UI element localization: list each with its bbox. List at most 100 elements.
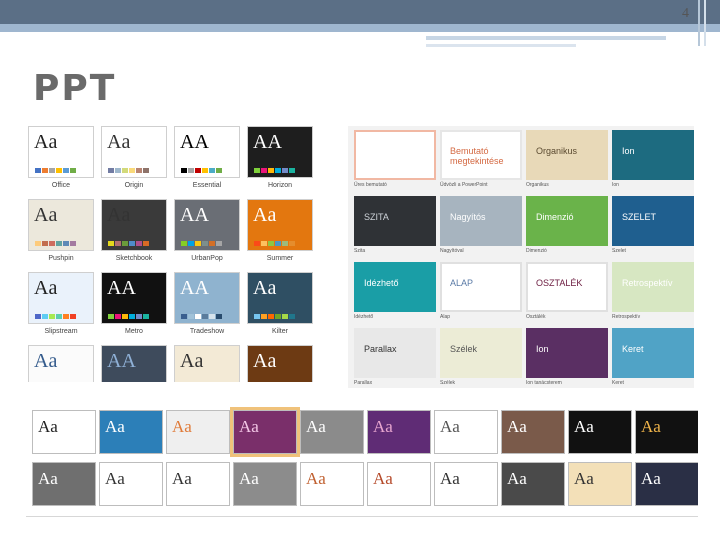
theme-thumbnail[interactable]: Aa bbox=[635, 462, 698, 506]
theme-thumbnail[interactable]: Aa bbox=[300, 410, 364, 454]
template-preview[interactable]: Ion bbox=[612, 130, 694, 180]
theme-sample-text: Aa bbox=[239, 417, 259, 436]
theme-preview[interactable]: Aa bbox=[28, 272, 94, 324]
theme-thumbnail[interactable]: Aa Pushpin bbox=[28, 199, 94, 262]
theme-thumbnail[interactable]: Aa bbox=[434, 462, 498, 506]
theme-name: Horizon bbox=[267, 182, 293, 189]
theme-thumbnail[interactable]: AA Horizon bbox=[247, 126, 313, 189]
theme-thumbnail[interactable]: Aa bbox=[247, 345, 313, 382]
template-thumbnail[interactable]: OSZTALÉK Osztálék bbox=[526, 262, 608, 320]
theme-sample-text: Aa bbox=[641, 417, 661, 436]
template-thumbnail[interactable]: ALAP Alap bbox=[440, 262, 522, 320]
color-swatch-row bbox=[108, 241, 149, 246]
theme-preview[interactable]: AA bbox=[247, 126, 313, 178]
theme-thumbnail[interactable]: Aa Sketchbook bbox=[101, 199, 167, 262]
theme-thumbnail[interactable]: Aa bbox=[367, 462, 431, 506]
theme-thumbnail[interactable]: Aa bbox=[166, 462, 230, 506]
template-preview[interactable]: SZELET bbox=[612, 196, 694, 246]
template-thumbnail[interactable]: Idézhető Idézhető bbox=[354, 262, 436, 320]
theme-thumbnail[interactable]: Aa Kilter bbox=[247, 272, 313, 335]
theme-thumbnail[interactable]: Aa bbox=[568, 462, 632, 506]
template-thumbnail[interactable]: SZELET Szelet bbox=[612, 196, 694, 254]
theme-preview[interactable]: AA bbox=[174, 272, 240, 324]
template-thumbnail[interactable]: SZITA Szita bbox=[354, 196, 436, 254]
template-thumbnail[interactable]: Dimenzió Dimenzió bbox=[526, 196, 608, 254]
theme-thumbnail[interactable]: Aa bbox=[166, 410, 230, 454]
template-thumbnail[interactable]: Szélek Szélek bbox=[440, 328, 522, 386]
color-swatch bbox=[143, 241, 149, 246]
template-title-text: Bemutató megtekintése bbox=[450, 146, 504, 166]
theme-preview[interactable]: Aa bbox=[247, 199, 313, 251]
theme-thumbnail[interactable]: Aa bbox=[99, 462, 163, 506]
theme-thumbnail[interactable]: Aa bbox=[367, 410, 431, 454]
theme-thumbnail[interactable]: Aa bbox=[635, 410, 698, 454]
theme-preview[interactable]: Aa bbox=[28, 199, 94, 251]
template-preview[interactable]: OSZTALÉK bbox=[526, 262, 608, 312]
theme-preview[interactable]: Aa bbox=[101, 126, 167, 178]
template-preview[interactable]: Dimenzió bbox=[526, 196, 608, 246]
template-preview[interactable]: Parallax bbox=[354, 328, 436, 378]
template-thumbnail[interactable]: Bemutató megtekintése Üdvözli a PowerPoin… bbox=[440, 130, 522, 188]
theme-thumbnail[interactable]: Aa bbox=[28, 345, 94, 382]
theme-thumbnail[interactable]: Aa bbox=[174, 345, 240, 382]
theme-thumbnail[interactable]: Aa bbox=[32, 410, 96, 454]
theme-thumbnail[interactable]: AA Metro bbox=[101, 272, 167, 335]
color-swatch bbox=[261, 314, 267, 319]
theme-thumbnail[interactable]: AA Tradeshow bbox=[174, 272, 240, 335]
theme-preview[interactable]: Aa bbox=[101, 199, 167, 251]
template-preview[interactable]: Keret bbox=[612, 328, 694, 378]
color-swatch bbox=[202, 168, 208, 173]
template-preview[interactable]: Retrospektív bbox=[612, 262, 694, 312]
template-preview[interactable]: Szélek bbox=[440, 328, 522, 378]
theme-thumbnail[interactable]: Aa Office bbox=[28, 126, 94, 189]
template-name: Retrospektív bbox=[612, 314, 641, 320]
theme-sample-text: Aa bbox=[253, 204, 277, 226]
template-preview[interactable]: Bemutató megtekintése bbox=[440, 130, 522, 180]
theme-preview[interactable]: AA bbox=[101, 272, 167, 324]
theme-preview[interactable]: Aa bbox=[28, 126, 94, 178]
template-name: Szita bbox=[354, 248, 366, 254]
theme-thumbnail[interactable]: AA UrbanPop bbox=[174, 199, 240, 262]
theme-preview[interactable]: AA bbox=[101, 345, 167, 382]
template-preview[interactable] bbox=[354, 130, 436, 180]
theme-thumbnail[interactable]: Aa bbox=[32, 462, 96, 506]
theme-thumbnail[interactable]: Aa bbox=[501, 410, 565, 454]
theme-thumbnail[interactable]: Aa Slipstream bbox=[28, 272, 94, 335]
theme-thumbnail[interactable]: Aa bbox=[434, 410, 498, 454]
template-preview[interactable]: ALAP bbox=[440, 262, 522, 312]
theme-thumbnail[interactable]: AA bbox=[101, 345, 167, 382]
theme-preview[interactable]: Aa bbox=[247, 272, 313, 324]
template-thumbnail[interactable]: Parallax Parallax bbox=[354, 328, 436, 386]
template-preview[interactable]: SZITA bbox=[354, 196, 436, 246]
color-swatch bbox=[289, 168, 295, 173]
template-thumbnail[interactable]: Üres bemutató bbox=[354, 130, 436, 188]
theme-thumbnail[interactable]: Aa bbox=[501, 462, 565, 506]
template-preview[interactable]: Ion bbox=[526, 328, 608, 378]
theme-thumbnail[interactable]: Aa bbox=[568, 410, 632, 454]
template-thumbnail[interactable]: Keret Keret bbox=[612, 328, 694, 386]
template-thumbnail[interactable]: Ion Ion bbox=[612, 130, 694, 188]
color-swatch bbox=[268, 168, 274, 173]
theme-preview[interactable]: Aa bbox=[174, 345, 240, 382]
theme-preview[interactable]: AA bbox=[174, 126, 240, 178]
theme-preview[interactable]: Aa bbox=[247, 345, 313, 382]
template-thumbnail[interactable]: Nagyítós Nagyítóval bbox=[440, 196, 522, 254]
theme-preview[interactable]: Aa bbox=[28, 345, 94, 382]
template-preview[interactable]: Idézhető bbox=[354, 262, 436, 312]
color-swatch bbox=[254, 168, 260, 173]
theme-sample-text: AA bbox=[107, 350, 136, 372]
theme-preview[interactable]: AA bbox=[174, 199, 240, 251]
template-thumbnail[interactable]: Ion Ion tanácsterem bbox=[526, 328, 608, 386]
theme-thumbnail[interactable]: Aa bbox=[233, 462, 297, 506]
template-thumbnail[interactable]: Organikus Organikus bbox=[526, 130, 608, 188]
theme-thumbnail[interactable]: Aa bbox=[300, 462, 364, 506]
template-preview[interactable]: Organikus bbox=[526, 130, 608, 180]
theme-thumbnail[interactable]: Aa Origin bbox=[101, 126, 167, 189]
color-swatch-row bbox=[254, 241, 295, 246]
theme-thumbnail-selected[interactable]: Aa bbox=[230, 407, 300, 457]
template-thumbnail[interactable]: Retrospektív Retrospektív bbox=[612, 262, 694, 320]
template-preview[interactable]: Nagyítós bbox=[440, 196, 522, 246]
theme-thumbnail[interactable]: Aa Summer bbox=[247, 199, 313, 262]
theme-thumbnail[interactable]: Aa bbox=[99, 410, 163, 454]
theme-thumbnail[interactable]: AA Essential bbox=[174, 126, 240, 189]
